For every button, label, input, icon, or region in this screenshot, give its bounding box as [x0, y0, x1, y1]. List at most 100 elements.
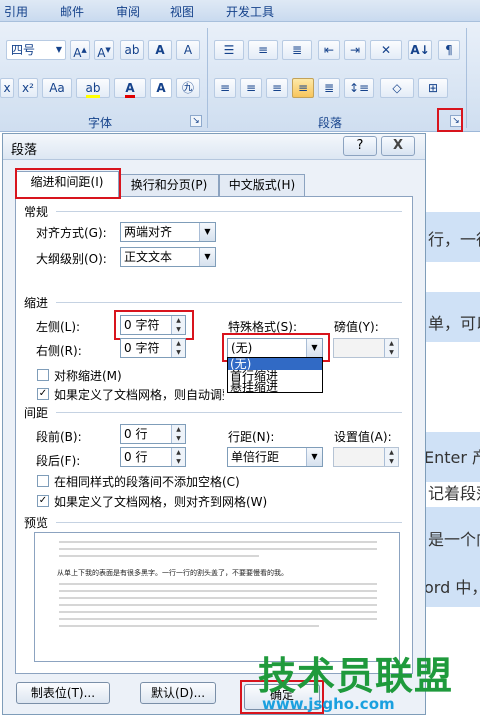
- enclose-char-icon[interactable]: A: [176, 40, 200, 60]
- highlight-box-left-indent: [114, 310, 194, 340]
- tab-line-page-breaks[interactable]: 换行和分页(P): [119, 174, 219, 196]
- numbering-icon[interactable]: ≡: [248, 40, 278, 60]
- shrink-font-icon[interactable]: A▼: [94, 40, 114, 60]
- help-button[interactable]: ?: [343, 136, 377, 156]
- spacing-at-spinner[interactable]: ▲ ▼: [333, 447, 399, 467]
- font-color-icon[interactable]: A: [114, 78, 146, 98]
- mirror-indent-checkbox[interactable]: [37, 369, 49, 381]
- indent-by-spinner[interactable]: ▲ ▼: [333, 338, 399, 358]
- decrease-indent-icon[interactable]: ⇤: [318, 40, 340, 60]
- watermark-name: 技术员联盟: [258, 654, 454, 698]
- left-indent-label: 左侧(L):: [36, 320, 81, 334]
- highlight-box-tab: [15, 168, 121, 199]
- shading-icon[interactable]: ◇: [380, 78, 414, 98]
- chevron-down-icon: ▼: [55, 45, 62, 54]
- grow-font-icon[interactable]: A▲: [70, 40, 90, 60]
- dropdown-option-hanging[interactable]: 悬挂缩进: [230, 381, 278, 393]
- subscript-icon[interactable]: x: [0, 78, 14, 98]
- sort-icon[interactable]: A↓: [408, 40, 432, 60]
- outline-level-label: 大纲级别(O):: [36, 252, 107, 266]
- indent-by-label: 磅值(Y):: [334, 320, 379, 334]
- char-border-icon[interactable]: A: [148, 40, 172, 60]
- preview-sample-text: 从单上下我的表面是有很多黑字。一行一行的割头盖了，不要要慢看的我。: [57, 569, 288, 577]
- align-center-icon[interactable]: ≡: [240, 78, 262, 98]
- watermark-url: www.jsgho.com: [262, 695, 395, 713]
- distributed-icon[interactable]: ≣: [318, 78, 340, 98]
- preview-line: [59, 618, 377, 620]
- superscript-icon[interactable]: x²: [18, 78, 38, 98]
- char-shading-icon[interactable]: A: [150, 78, 172, 98]
- space-before-label: 段前(B):: [36, 430, 82, 444]
- group-separator: [207, 28, 208, 128]
- section-divider: [56, 302, 402, 303]
- dialog-title-bar[interactable]: 段落 ? X: [3, 134, 425, 160]
- section-divider: [56, 211, 402, 212]
- outline-level-select[interactable]: 正文文本 ▼: [120, 247, 216, 267]
- tab-asian-typography[interactable]: 中文版式(H): [219, 174, 305, 196]
- auto-indent-checkbox[interactable]: ✓: [37, 388, 49, 400]
- show-marks-icon[interactable]: ¶: [438, 40, 460, 60]
- ribbon-tab-mailings[interactable]: 邮件: [60, 3, 84, 20]
- chevron-down-icon: ▼: [306, 448, 322, 466]
- chevron-down-icon: ▼: [199, 248, 215, 266]
- multilevel-list-icon[interactable]: ≣: [282, 40, 312, 60]
- increase-indent-icon[interactable]: ⇥: [344, 40, 366, 60]
- font-dialog-launcher-icon[interactable]: ↘: [190, 115, 202, 127]
- right-indent-value: 0 字符: [124, 341, 160, 355]
- space-before-value: 0 行: [124, 427, 148, 441]
- space-after-value: 0 行: [124, 450, 148, 464]
- phonetic-guide-icon[interactable]: ab: [120, 40, 144, 60]
- document-text: Enter 产: [424, 448, 480, 467]
- spin-arrows-icon[interactable]: ▲ ▼: [171, 425, 185, 443]
- preview-line: [59, 611, 377, 613]
- preview-line: [59, 541, 377, 543]
- line-spacing-select[interactable]: 单倍行距 ▼: [227, 447, 323, 467]
- align-right-icon[interactable]: ≡: [266, 78, 288, 98]
- auto-indent-label: 如果定义了文档网格，则自动调整右缩进(D): [54, 388, 224, 402]
- group-label-font: 字体: [88, 116, 113, 130]
- ribbon-tab-developer[interactable]: 开发工具: [226, 3, 274, 20]
- default-button[interactable]: 默认(D)...: [140, 682, 216, 704]
- outline-level-value: 正文文本: [124, 250, 173, 264]
- spin-arrows-icon[interactable]: ▲ ▼: [384, 339, 398, 357]
- borders-icon[interactable]: ⊞: [418, 78, 448, 98]
- document-text: ord 中，: [424, 578, 480, 597]
- line-spacing-label: 行距(N):: [228, 430, 275, 444]
- spin-arrows-icon[interactable]: ▲ ▼: [171, 448, 185, 466]
- ribbon-tab-references[interactable]: 引用: [4, 3, 28, 20]
- right-indent-spinner[interactable]: 0 字符 ▲ ▼: [120, 338, 186, 358]
- preview-line: [59, 583, 377, 585]
- align-left-icon[interactable]: ≡: [214, 78, 236, 98]
- bullets-icon[interactable]: ☰: [214, 40, 244, 60]
- no-space-same-style-checkbox[interactable]: [37, 475, 49, 487]
- justify-icon[interactable]: ≡: [292, 78, 314, 98]
- highlight-color-icon[interactable]: ab: [76, 78, 110, 98]
- line-spacing-icon[interactable]: ↕≡: [344, 78, 374, 98]
- enclosed-char-icon[interactable]: ㊈: [176, 78, 200, 98]
- ribbon-tab-view[interactable]: 视图: [170, 3, 194, 20]
- section-spacing: 间距: [24, 406, 49, 420]
- alignment-select[interactable]: 两端对齐 ▼: [120, 222, 216, 242]
- tabs-button[interactable]: 制表位(T)...: [16, 682, 110, 704]
- chevron-down-icon: ▼: [199, 223, 215, 241]
- preview-line: [59, 625, 319, 627]
- section-preview: 预览: [24, 516, 49, 530]
- close-button[interactable]: X: [381, 136, 415, 156]
- section-divider: [56, 412, 402, 413]
- right-indent-label: 右侧(R):: [36, 344, 82, 358]
- font-size-combo[interactable]: 四号 ▼: [6, 40, 66, 60]
- document-area: 行，一行 单，可以 Enter 产 记着段落 是一个向 ord 中，: [424, 132, 480, 715]
- chinese-layout-icon[interactable]: ✕: [370, 40, 402, 60]
- preview-line: [59, 548, 377, 550]
- group-label-paragraph: 段落: [318, 116, 343, 130]
- spin-arrows-icon[interactable]: ▲ ▼: [171, 339, 185, 357]
- ribbon-tab-review[interactable]: 审阅: [116, 3, 140, 20]
- document-text: 是一个向: [428, 530, 480, 549]
- space-before-spinner[interactable]: 0 行 ▲ ▼: [120, 424, 186, 444]
- change-case-icon[interactable]: Aa: [42, 78, 72, 98]
- spin-arrows-icon[interactable]: ▲ ▼: [384, 448, 398, 466]
- section-general: 常规: [24, 205, 49, 219]
- no-space-same-style-label: 在相同样式的段落间不添加空格(C): [54, 475, 240, 489]
- space-after-spinner[interactable]: 0 行 ▲ ▼: [120, 447, 186, 467]
- snap-to-grid-checkbox[interactable]: ✓: [37, 495, 49, 507]
